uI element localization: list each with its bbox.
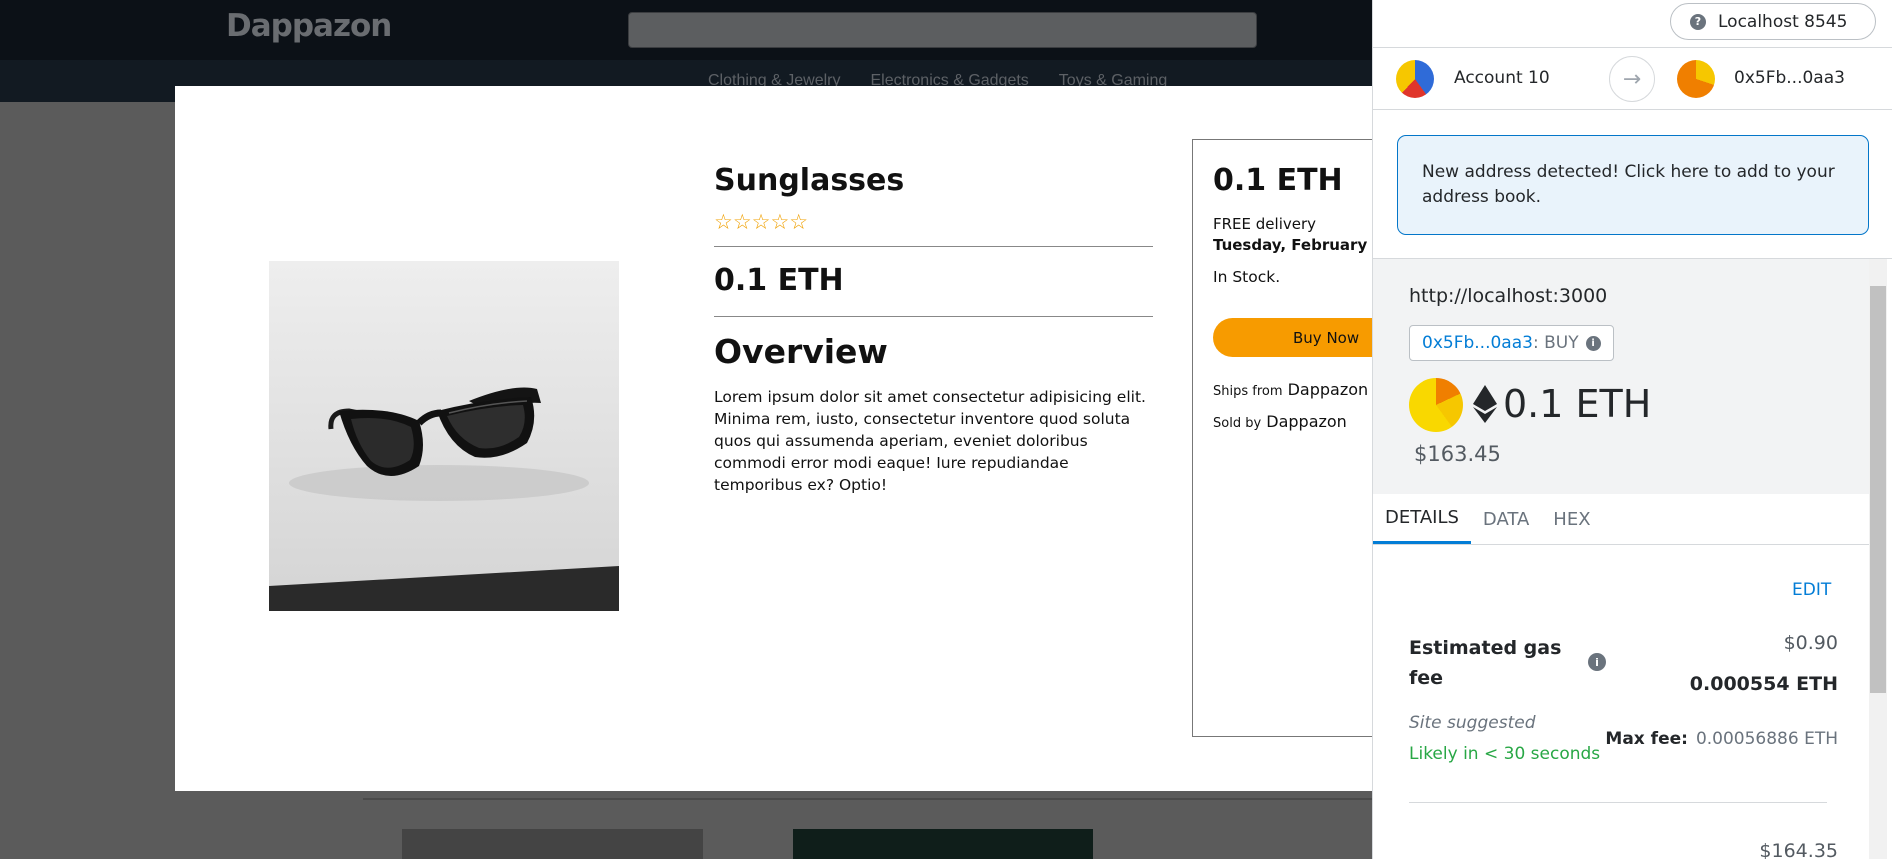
divider (714, 316, 1153, 317)
stock-status: In Stock. (1213, 268, 1281, 286)
search-input[interactable] (628, 12, 1257, 48)
scrollbar-thumb[interactable] (1870, 286, 1886, 693)
tab-bar: DETAILS DATA HEX (1373, 494, 1885, 545)
tab-details[interactable]: DETAILS (1373, 494, 1471, 544)
max-fee-label: Max fee: (1605, 729, 1688, 749)
contract-method: : BUY (1532, 333, 1579, 353)
contract-avatar (1409, 378, 1463, 432)
wallet-popup: ? Localhost 8545 Account 10 → 0x5Fb...0a… (1372, 0, 1897, 859)
from-account-avatar (1396, 60, 1434, 98)
sold-by: Sold by Dappazon (1213, 412, 1347, 431)
product-modal: Sunglasses ☆☆☆☆☆ 0.1 ETH Overview Lorem … (175, 86, 1387, 791)
gas-fee-eth: 0.000554 ETH (1689, 673, 1838, 695)
contract-method-pill[interactable]: 0x5Fb...0aa3 : BUY i (1409, 325, 1614, 361)
overview-heading: Overview (714, 332, 888, 371)
ships-from-value: Dappazon (1287, 380, 1369, 399)
to-account-avatar (1677, 60, 1715, 98)
transaction-fiat: $163.45 (1414, 442, 1501, 466)
star-rating: ☆☆☆☆☆ (714, 210, 809, 234)
max-fee: Max fee: 0.00056886 ETH (1605, 729, 1838, 749)
buybox-price: 0.1 ETH (1213, 163, 1343, 198)
sold-by-value: Dappazon (1266, 412, 1347, 431)
contract-address[interactable]: 0x5Fb...0aa3 (1422, 333, 1533, 353)
transaction-amount: 0.1 ETH (1503, 382, 1652, 426)
time-estimate: Likely in < 30 seconds (1409, 744, 1601, 764)
tab-hex[interactable]: HEX (1541, 494, 1602, 544)
edit-gas-link[interactable]: EDIT (1792, 580, 1831, 600)
info-icon[interactable]: i (1588, 653, 1606, 671)
ships-from: Ships from Dappazon (1213, 380, 1368, 399)
section-divider (363, 798, 1373, 800)
sold-by-label: Sold by (1213, 416, 1262, 431)
gas-fee-fiat: $0.90 (1783, 632, 1838, 654)
product-thumbnail[interactable] (793, 829, 1093, 859)
tab-data[interactable]: DATA (1471, 494, 1541, 544)
ships-from-label: Ships from (1213, 384, 1283, 399)
info-icon[interactable]: i (1585, 335, 1601, 351)
to-account-address[interactable]: 0x5Fb...0aa3 (1734, 68, 1845, 88)
product-title: Sunglasses (714, 163, 905, 198)
site-logo[interactable]: Dappazon (226, 8, 392, 44)
network-selector[interactable]: ? Localhost 8545 (1670, 3, 1876, 40)
product-description: Lorem ipsum dolor sit amet consectetur a… (714, 388, 1146, 494)
product-thumbnail[interactable] (402, 829, 703, 859)
sunglasses-image (269, 261, 619, 611)
new-address-notice[interactable]: New address detected! Click here to add … (1397, 135, 1869, 235)
question-icon: ? (1690, 13, 1706, 30)
product-image (269, 261, 619, 611)
from-account-name[interactable]: Account 10 (1454, 68, 1550, 88)
max-fee-value: 0.00056886 ETH (1695, 729, 1838, 749)
divider (714, 246, 1153, 247)
site-suggested-label[interactable]: Site suggested (1409, 713, 1536, 733)
divider (1409, 802, 1827, 803)
product-price: 0.1 ETH (714, 263, 844, 298)
total-fiat: $164.35 (1759, 840, 1838, 859)
gas-fee-label: Estimated gas fee (1409, 637, 1562, 689)
origin-url: http://localhost:3000 (1409, 285, 1608, 307)
network-name: Localhost 8545 (1718, 11, 1848, 32)
arrow-right-icon: → (1609, 56, 1655, 102)
ethereum-icon (1473, 385, 1497, 423)
delivery-label: FREE delivery (1213, 215, 1317, 233)
buy-box: 0.1 ETH FREE delivery Tuesday, February … (1192, 139, 1387, 737)
transaction-summary: http://localhost:3000 0x5Fb...0aa3 : BUY… (1373, 259, 1885, 494)
account-row: Account 10 → 0x5Fb...0aa3 (1373, 47, 1892, 111)
buy-now-button[interactable]: Buy Now (1213, 318, 1387, 357)
delivery-date: Tuesday, February 7 (1213, 236, 1383, 254)
